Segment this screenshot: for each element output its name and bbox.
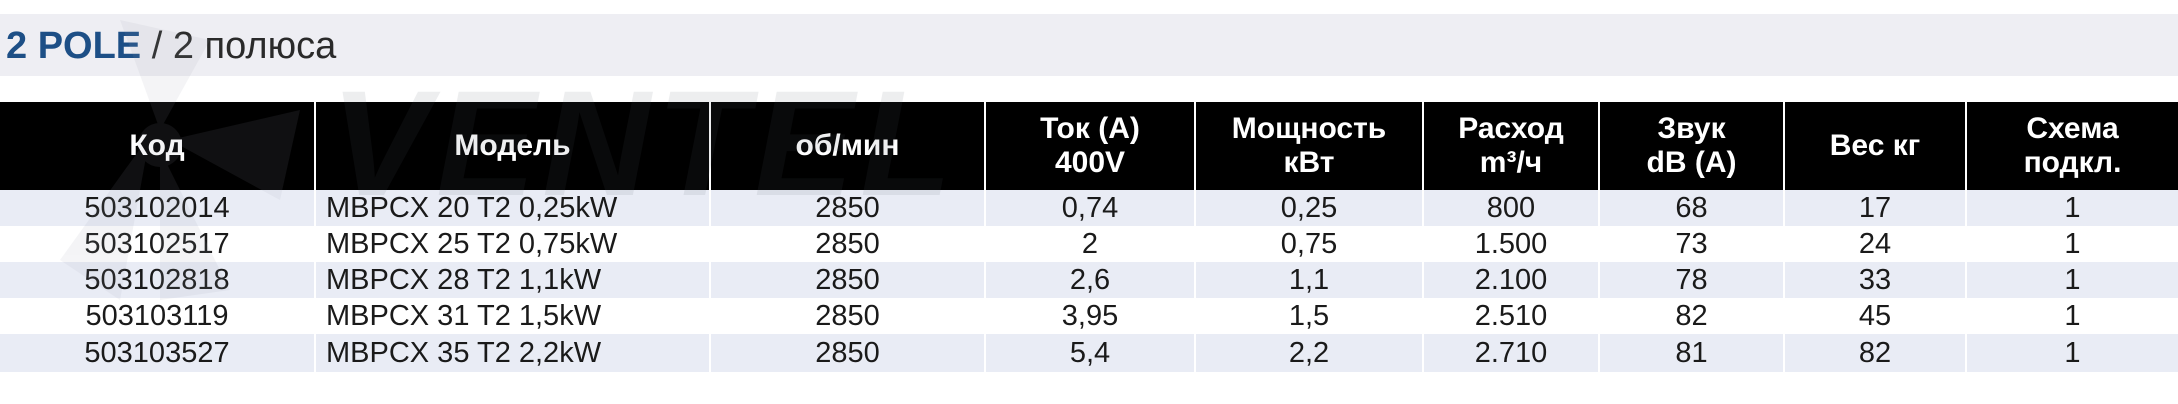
cell-scheme: 1 xyxy=(1965,298,2178,334)
cell-rpm: 2850 xyxy=(709,262,985,298)
col-header-weight: Вес кг xyxy=(1783,102,1966,190)
cell-weight: 45 xyxy=(1783,298,1966,334)
col-header-model: Модель xyxy=(314,102,710,190)
cell-rpm: 2850 xyxy=(709,298,985,334)
cell-flow: 800 xyxy=(1422,190,1599,226)
cell-power: 0,25 xyxy=(1194,190,1423,226)
cell-weight: 24 xyxy=(1783,226,1966,262)
col-header-power: Мощность кВт xyxy=(1194,102,1423,190)
title-subtitle: 2 полюса xyxy=(172,25,337,67)
cell-scheme: 1 xyxy=(1965,334,2178,372)
cell-power: 0,75 xyxy=(1194,226,1423,262)
cell-current: 0,74 xyxy=(984,190,1195,226)
cell-model: MBPCX 25 T2 0,75kW xyxy=(314,226,710,262)
cell-model: MBPCX 35 T2 2,2kW xyxy=(314,334,710,372)
table-row: 503102014 MBPCX 20 T2 0,25kW 2850 0,74 0,25 8… xyxy=(0,190,2178,226)
table-header-row: Код Модель об/мин Ток (А) 400V Мощность кВ… xyxy=(0,102,2178,190)
page-title: 2 POLE / 2 полюса xyxy=(6,22,336,70)
cell-sound: 82 xyxy=(1598,298,1784,334)
col-header-current: Ток (А) 400V xyxy=(984,102,1195,190)
cell-rpm: 2850 xyxy=(709,226,985,262)
col-header-sound: Звук dB (A) xyxy=(1598,102,1784,190)
cell-sound: 73 xyxy=(1598,226,1784,262)
cell-weight: 17 xyxy=(1783,190,1966,226)
cell-code: 503102014 xyxy=(0,190,315,226)
cell-scheme: 1 xyxy=(1965,190,2178,226)
col-header-rpm: об/мин xyxy=(709,102,985,190)
cell-rpm: 2850 xyxy=(709,190,985,226)
cell-scheme: 1 xyxy=(1965,262,2178,298)
cell-current: 5,4 xyxy=(984,334,1195,372)
table-row: 503102818 MBPCX 28 T2 1,1kW 2850 2,6 1,1 2.10… xyxy=(0,262,2178,298)
cell-power: 1,1 xyxy=(1194,262,1423,298)
table-row: 503102517 MBPCX 25 T2 0,75kW 2850 2 0,75 1.50… xyxy=(0,226,2178,262)
cell-code: 503103119 xyxy=(0,298,315,334)
cell-model: MBPCX 31 T2 1,5kW xyxy=(314,298,710,334)
title-pole: 2 POLE xyxy=(6,25,142,67)
cell-flow: 2.510 xyxy=(1422,298,1599,334)
col-header-flow: Расход m³/ч xyxy=(1422,102,1599,190)
cell-code: 503102517 xyxy=(0,226,315,262)
col-header-code: Код xyxy=(0,102,315,190)
cell-sound: 68 xyxy=(1598,190,1784,226)
cell-weight: 82 xyxy=(1783,334,1966,372)
spec-table: Код Модель об/мин Ток (А) 400V Мощность кВ… xyxy=(0,102,2178,372)
cell-model: MBPCX 20 T2 0,25kW xyxy=(314,190,710,226)
cell-current: 2,6 xyxy=(984,262,1195,298)
cell-weight: 33 xyxy=(1783,262,1966,298)
cell-code: 503103527 xyxy=(0,334,315,372)
cell-current: 2 xyxy=(984,226,1195,262)
cell-flow: 1.500 xyxy=(1422,226,1599,262)
title-separator: / xyxy=(151,25,163,67)
cell-model: MBPCX 28 T2 1,1kW xyxy=(314,262,710,298)
col-header-scheme: Схема подкл. xyxy=(1965,102,2178,190)
table-row: 503103527 MBPCX 35 T2 2,2kW 2850 5,4 2,2 2.71… xyxy=(0,334,2178,372)
cell-sound: 81 xyxy=(1598,334,1784,372)
cell-flow: 2.100 xyxy=(1422,262,1599,298)
table-row: 503103119 MBPCX 31 T2 1,5kW 2850 3,95 1,5 2.5… xyxy=(0,298,2178,334)
cell-scheme: 1 xyxy=(1965,226,2178,262)
cell-flow: 2.710 xyxy=(1422,334,1599,372)
cell-sound: 78 xyxy=(1598,262,1784,298)
cell-code: 503102818 xyxy=(0,262,315,298)
cell-power: 1,5 xyxy=(1194,298,1423,334)
cell-rpm: 2850 xyxy=(709,334,985,372)
cell-power: 2,2 xyxy=(1194,334,1423,372)
cell-current: 3,95 xyxy=(984,298,1195,334)
